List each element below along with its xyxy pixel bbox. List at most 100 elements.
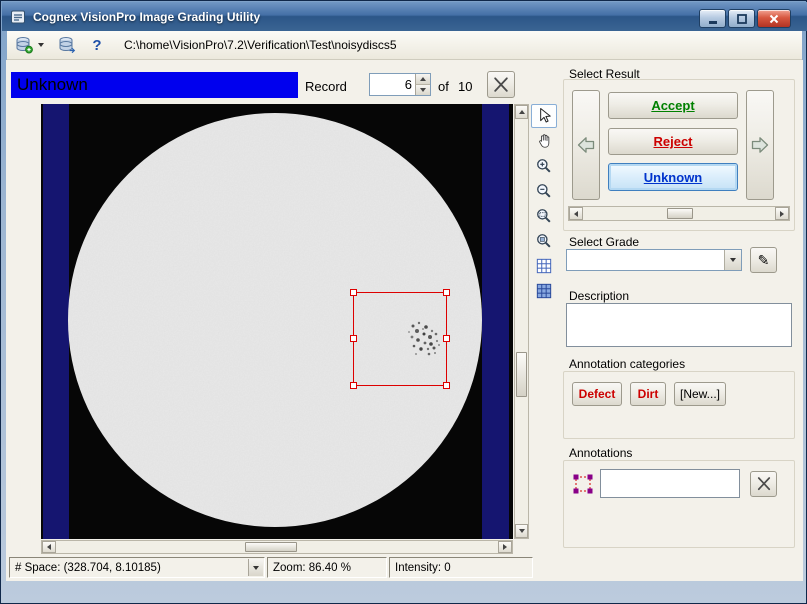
spinner-down-button[interactable]: [415, 85, 430, 95]
pan-tool-button[interactable]: [531, 129, 557, 153]
selection-handle[interactable]: [350, 335, 357, 342]
annotations-group: [563, 460, 795, 548]
unknown-button[interactable]: Unknown: [608, 163, 738, 191]
scroll-up-button[interactable]: [515, 105, 528, 119]
select-result-group: Accept Reject Unknown: [563, 79, 795, 231]
database-export-icon: [14, 36, 34, 54]
close-button[interactable]: [757, 9, 791, 28]
select-grade-label: Select Grade: [569, 235, 639, 249]
record-label: Record: [305, 79, 347, 94]
record-number-input[interactable]: [370, 74, 415, 95]
result-banner: Unknown: [11, 72, 298, 98]
grade-value: [567, 250, 724, 270]
image-tool-column: [531, 104, 557, 303]
image-horizontal-scrollbar[interactable]: [41, 540, 513, 554]
annotation-selection-box[interactable]: [353, 292, 447, 386]
title-bar: Cognex VisionPro Image Grading Utility: [2, 2, 807, 31]
export-all-button[interactable]: [54, 33, 80, 57]
spinner-up-button[interactable]: [415, 74, 430, 85]
pointer-icon: [534, 106, 554, 126]
slider-thumb[interactable]: [667, 208, 693, 219]
intensity-status: Intensity: 0: [389, 557, 533, 578]
image-display[interactable]: [41, 104, 513, 539]
down-arrow-icon: [519, 529, 525, 533]
help-button[interactable]: ?: [84, 33, 110, 57]
annotations-label: Annotations: [569, 446, 632, 460]
record-position-slider[interactable]: [568, 206, 790, 221]
zoom-window-tool-button[interactable]: [531, 204, 557, 228]
database-icon: [57, 36, 77, 54]
export-record-button[interactable]: [11, 33, 37, 57]
selection-handle[interactable]: [350, 289, 357, 296]
up-arrow-icon: [420, 77, 426, 81]
category-new-button[interactable]: [New...]: [674, 382, 726, 406]
zoom-image-tool-button[interactable]: [531, 229, 557, 253]
slider-right-button[interactable]: [775, 207, 789, 220]
delete-annotation-button[interactable]: [750, 471, 777, 497]
export-dropdown-caret-icon[interactable]: [38, 43, 44, 47]
slider-left-button[interactable]: [569, 207, 583, 220]
zoom-status-text: Zoom: 86.40 %: [273, 562, 351, 574]
zoom-in-tool-button[interactable]: [531, 154, 557, 178]
scroll-right-button[interactable]: [498, 541, 512, 553]
current-file-path: C:\home\VisionPro\7.2\Verification\Test\…: [124, 38, 397, 52]
maximize-icon: [735, 12, 749, 26]
category-dirt-button[interactable]: Dirt: [630, 382, 666, 406]
right-arrow-icon: [503, 544, 507, 550]
left-arrow-icon: [574, 211, 578, 217]
selection-handle[interactable]: [443, 289, 450, 296]
previous-arrow-icon: [575, 134, 597, 156]
scroll-down-button[interactable]: [515, 524, 528, 538]
pixel-grid-tool-button[interactable]: [531, 279, 557, 303]
description-label: Description: [569, 289, 629, 303]
remove-record-button[interactable]: [487, 71, 515, 98]
horizontal-scroll-thumb[interactable]: [245, 542, 297, 552]
maximize-button[interactable]: [728, 9, 755, 28]
main-toolbar: ? C:\home\VisionPro\7.2\Verification\Tes…: [7, 31, 802, 60]
selection-handle[interactable]: [443, 335, 450, 342]
close-x-icon: [755, 475, 773, 493]
close-x-icon: [491, 75, 511, 95]
image-vertical-scrollbar[interactable]: [514, 104, 529, 539]
next-arrow-icon: [749, 134, 771, 156]
space-status-text: # Space: (328.704, 8.10185): [15, 562, 161, 574]
space-status-combo[interactable]: # Space: (328.704, 8.10185): [9, 557, 265, 578]
zoom-out-tool-button[interactable]: [531, 179, 557, 203]
previous-record-button[interactable]: [572, 90, 600, 200]
space-dropdown-button[interactable]: [248, 559, 263, 576]
window-title: Cognex VisionPro Image Grading Utility: [33, 10, 260, 24]
pointer-tool-button[interactable]: [531, 104, 557, 128]
up-arrow-icon: [519, 110, 525, 114]
selection-handle[interactable]: [350, 382, 357, 389]
scroll-left-button[interactable]: [42, 541, 56, 553]
selection-handle[interactable]: [443, 382, 450, 389]
right-stripe: [482, 104, 509, 539]
grid-icon: [534, 256, 554, 276]
grade-combobox[interactable]: [566, 249, 742, 271]
status-bar: # Space: (328.704, 8.10185) Zoom: 86.40 …: [9, 557, 533, 578]
zoom-out-icon: [534, 181, 554, 201]
app-icon[interactable]: [10, 9, 26, 25]
spinner-buttons: [415, 74, 430, 95]
zoom-image-icon: [534, 231, 554, 251]
edit-grades-button[interactable]: ✎: [750, 247, 777, 273]
accept-button[interactable]: Accept: [608, 92, 738, 119]
close-icon: [767, 12, 781, 26]
grid-tool-button[interactable]: [531, 254, 557, 278]
zoom-window-icon: [534, 206, 554, 226]
right-arrow-icon: [780, 211, 784, 217]
minimize-button[interactable]: [699, 9, 726, 28]
pencil-icon: ✎: [758, 252, 770, 269]
app-window: Cognex VisionPro Image Grading Utility: [0, 0, 807, 604]
record-spinner[interactable]: [369, 73, 431, 96]
record-total: 10: [458, 79, 472, 94]
next-record-button[interactable]: [746, 90, 774, 200]
vertical-scroll-thumb[interactable]: [516, 352, 527, 397]
annotation-shape-icon: [570, 471, 596, 497]
description-textarea[interactable]: [566, 303, 792, 347]
category-defect-button[interactable]: Defect: [572, 382, 622, 406]
grade-dropdown-button[interactable]: [724, 250, 741, 270]
annotation-text-input[interactable]: [600, 469, 740, 498]
annotation-categories-label: Annotation categories: [569, 357, 685, 371]
reject-button[interactable]: Reject: [608, 128, 738, 155]
